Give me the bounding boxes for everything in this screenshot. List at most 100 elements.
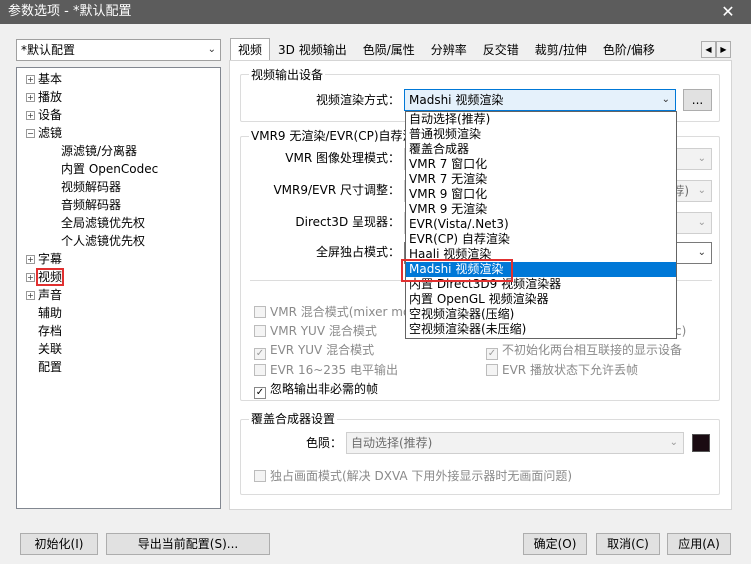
ok-button[interactable]: 确定(O) (523, 533, 587, 555)
checkbox-box (486, 364, 498, 376)
chevron-down-icon: ⌄ (697, 185, 706, 196)
category-tree[interactable]: + 基本 + 播放 + 设备 − 滤镜 源滤镜/分离器 内置 OpenCodec 视频解码器 音频解码… (16, 67, 221, 509)
tree-item[interactable]: + 视频 (26, 268, 65, 286)
renderer-value: Madshi 视频渲染 (409, 93, 504, 107)
chevron-down-icon: ⌄ (207, 44, 216, 55)
tree-item[interactable]: 个人滤镜优先权 (61, 232, 145, 250)
expand-icon[interactable]: + (26, 273, 35, 282)
tree-item[interactable]: + 播放 (26, 88, 62, 106)
dropdown-option[interactable]: 自动选择(推荐) (406, 112, 676, 127)
tree-item-label: 源滤镜/分离器 (61, 144, 138, 158)
checkbox-box (254, 306, 266, 318)
tree-item[interactable]: 存档 (26, 322, 62, 340)
apply-button[interactable]: 应用(A) (667, 533, 731, 555)
tree-item[interactable]: + 基本 (26, 70, 62, 88)
cancel-button[interactable]: 取消(C) (596, 533, 660, 555)
overlay-color-select[interactable]: 自动选择(推荐) ⌄ (346, 432, 684, 454)
renderer-dropdown-list[interactable]: 自动选择(推荐) 普通视频渲染 覆盖合成器 VMR 7 窗口化 VMR 7 无渲染 VMR… (405, 111, 677, 339)
tab-scroll-right-icon[interactable]: ▶ (716, 41, 731, 58)
tree-item[interactable]: + 设备 (26, 106, 62, 124)
dropdown-option[interactable]: 空视频渲染器(压缩) (406, 307, 676, 322)
dropdown-option[interactable]: Madshi 视频渲染 (406, 262, 676, 277)
checkbox-label: 不初始化两台相互联接的显示设备 (502, 343, 683, 357)
exclusive-screen-checkbox[interactable]: 独占画面模式(解决 DXVA 下用外接显示器时无画面问题) (254, 468, 572, 484)
dropdown-option[interactable]: VMR 7 窗口化 (406, 157, 676, 172)
tab-item[interactable]: 反交错 (475, 38, 527, 60)
evr-yuv-mix-checkbox[interactable]: ✓ EVR YUV 混合模式 (254, 342, 374, 360)
expand-icon[interactable]: + (26, 111, 35, 120)
size-adjust-label: VMR9/EVR 尺寸调整： (273, 183, 400, 197)
tree-item[interactable]: + 声音 (26, 286, 62, 304)
tree-item-label: 视频 (35, 268, 65, 286)
ignore-frames-checkbox[interactable]: ✓ 忽略输出非必需的帧 (254, 381, 378, 399)
tree-item[interactable]: 音频解码器 (61, 196, 121, 214)
tab-item[interactable]: 视频 (230, 38, 271, 60)
tree-item[interactable]: 内置 OpenCodec (61, 160, 158, 178)
output-device-group-label: 视频输出设备 (249, 68, 326, 82)
close-icon[interactable]: ✕ (705, 0, 751, 24)
tree-item[interactable]: − 滤镜 (26, 124, 62, 142)
tree-item-label: 个人滤镜优先权 (61, 234, 146, 248)
dropdown-option[interactable]: EVR(CP) 自荐渲染 (406, 232, 676, 247)
tab-strip: 视频 3D 视频输出 色陨/属性 分辨率 反交错 裁剪/拉伸 色阶/偏移 (230, 38, 720, 61)
tree-item[interactable]: 视频解码器 (61, 178, 121, 196)
tree-item-label: 播放 (38, 90, 63, 104)
tree-item[interactable]: 配置 (26, 358, 62, 376)
tree-item[interactable]: 源滤镜/分离器 (61, 142, 137, 160)
collapse-icon[interactable]: − (26, 129, 35, 138)
window-title: 参数选项 - *默认配置 (8, 4, 132, 19)
tab-item[interactable]: 3D 视频输出 (270, 38, 355, 60)
check-icon: ✓ (254, 348, 266, 360)
dropdown-option[interactable]: VMR 7 无渲染 (406, 172, 676, 187)
renderer-select[interactable]: Madshi 视频渲染 ⌄ (404, 89, 676, 111)
image-processing-label: VMR 图像处理模式： (285, 151, 400, 165)
preset-select[interactable]: *默认配置 ⌄ (16, 39, 221, 61)
export-config-button[interactable]: 导出当前配置(S)... (106, 533, 270, 555)
expand-icon[interactable]: + (26, 75, 35, 84)
mixer-mode-checkbox[interactable]: VMR 混合模式(mixer mo (254, 304, 410, 320)
tree-item-label: 存档 (38, 324, 63, 338)
tree-item-label: 配置 (38, 360, 63, 374)
initialize-button[interactable]: 初始化(I) (20, 533, 98, 555)
expand-icon[interactable]: + (26, 93, 35, 102)
expand-icon[interactable]: + (26, 255, 35, 264)
chevron-down-icon: ⌄ (661, 94, 670, 105)
tree-item[interactable]: 辅助 (26, 304, 62, 322)
tree-item-label: 全局滤镜优先权 (61, 216, 146, 230)
dropdown-option[interactable]: VMR 9 无渲染 (406, 202, 676, 217)
tab-item[interactable]: 分辨率 (423, 38, 475, 60)
tree-item-label: 音频解码器 (61, 198, 122, 212)
tab-item[interactable]: 色阶/偏移 (595, 38, 663, 60)
dropdown-option[interactable]: Haali 视频渲染 (406, 247, 676, 262)
checkbox-box (254, 364, 266, 376)
dropdown-option[interactable]: 覆盖合成器 (406, 142, 676, 157)
checkbox-label: EVR 播放状态下允许丢帧 (502, 363, 638, 377)
dropdown-option[interactable]: EVR(Vista/.Net3) (406, 217, 676, 232)
dropdown-option[interactable]: 普通视频渲染 (406, 127, 676, 142)
color-swatch-button[interactable] (692, 434, 710, 452)
tab-item[interactable]: 色陨/属性 (355, 38, 423, 60)
tab-item[interactable]: 裁剪/拉伸 (527, 38, 595, 60)
tree-item[interactable]: + 字幕 (26, 250, 62, 268)
title-bar: 参数选项 - *默认配置 ✕ (0, 0, 751, 24)
d3d-renderer-label: Direct3D 呈现器： (295, 215, 400, 229)
dropdown-option[interactable]: VMR 9 窗口化 (406, 187, 676, 202)
expand-icon[interactable]: + (26, 291, 35, 300)
dropdown-option[interactable]: 空视频渲染器(未压缩) (406, 322, 676, 337)
tree-item-label: 内置 OpenCodec (61, 162, 159, 176)
tree-item[interactable]: 关联 (26, 340, 62, 358)
tree-item-label: 字幕 (38, 252, 63, 266)
evr-drop-frames-checkbox[interactable]: EVR 播放状态下允许丢帧 (486, 362, 638, 378)
tree-item[interactable]: 全局滤镜优先权 (61, 214, 145, 232)
dropdown-option[interactable]: 内置 OpenGL 视频渲染器 (406, 292, 676, 307)
dropdown-option[interactable]: 内置 Direct3D9 视频渲染器 (406, 277, 676, 292)
tab-scroll-left-icon[interactable]: ◀ (701, 41, 716, 58)
checkbox-box (254, 470, 266, 482)
evr-16-235-checkbox[interactable]: EVR 16~235 电平输出 (254, 362, 398, 378)
checkbox-box (254, 325, 266, 337)
renderer-settings-button[interactable]: ... (683, 89, 712, 111)
yuv-mix-checkbox[interactable]: VMR YUV 混合模式 (254, 323, 377, 339)
checkbox-label: VMR YUV 混合模式 (270, 324, 377, 338)
no-init-displays-checkbox[interactable]: ✓ 不初始化两台相互联接的显示设备 (486, 342, 682, 360)
exclusive-mode-label: 全屏独占模式： (315, 245, 400, 259)
